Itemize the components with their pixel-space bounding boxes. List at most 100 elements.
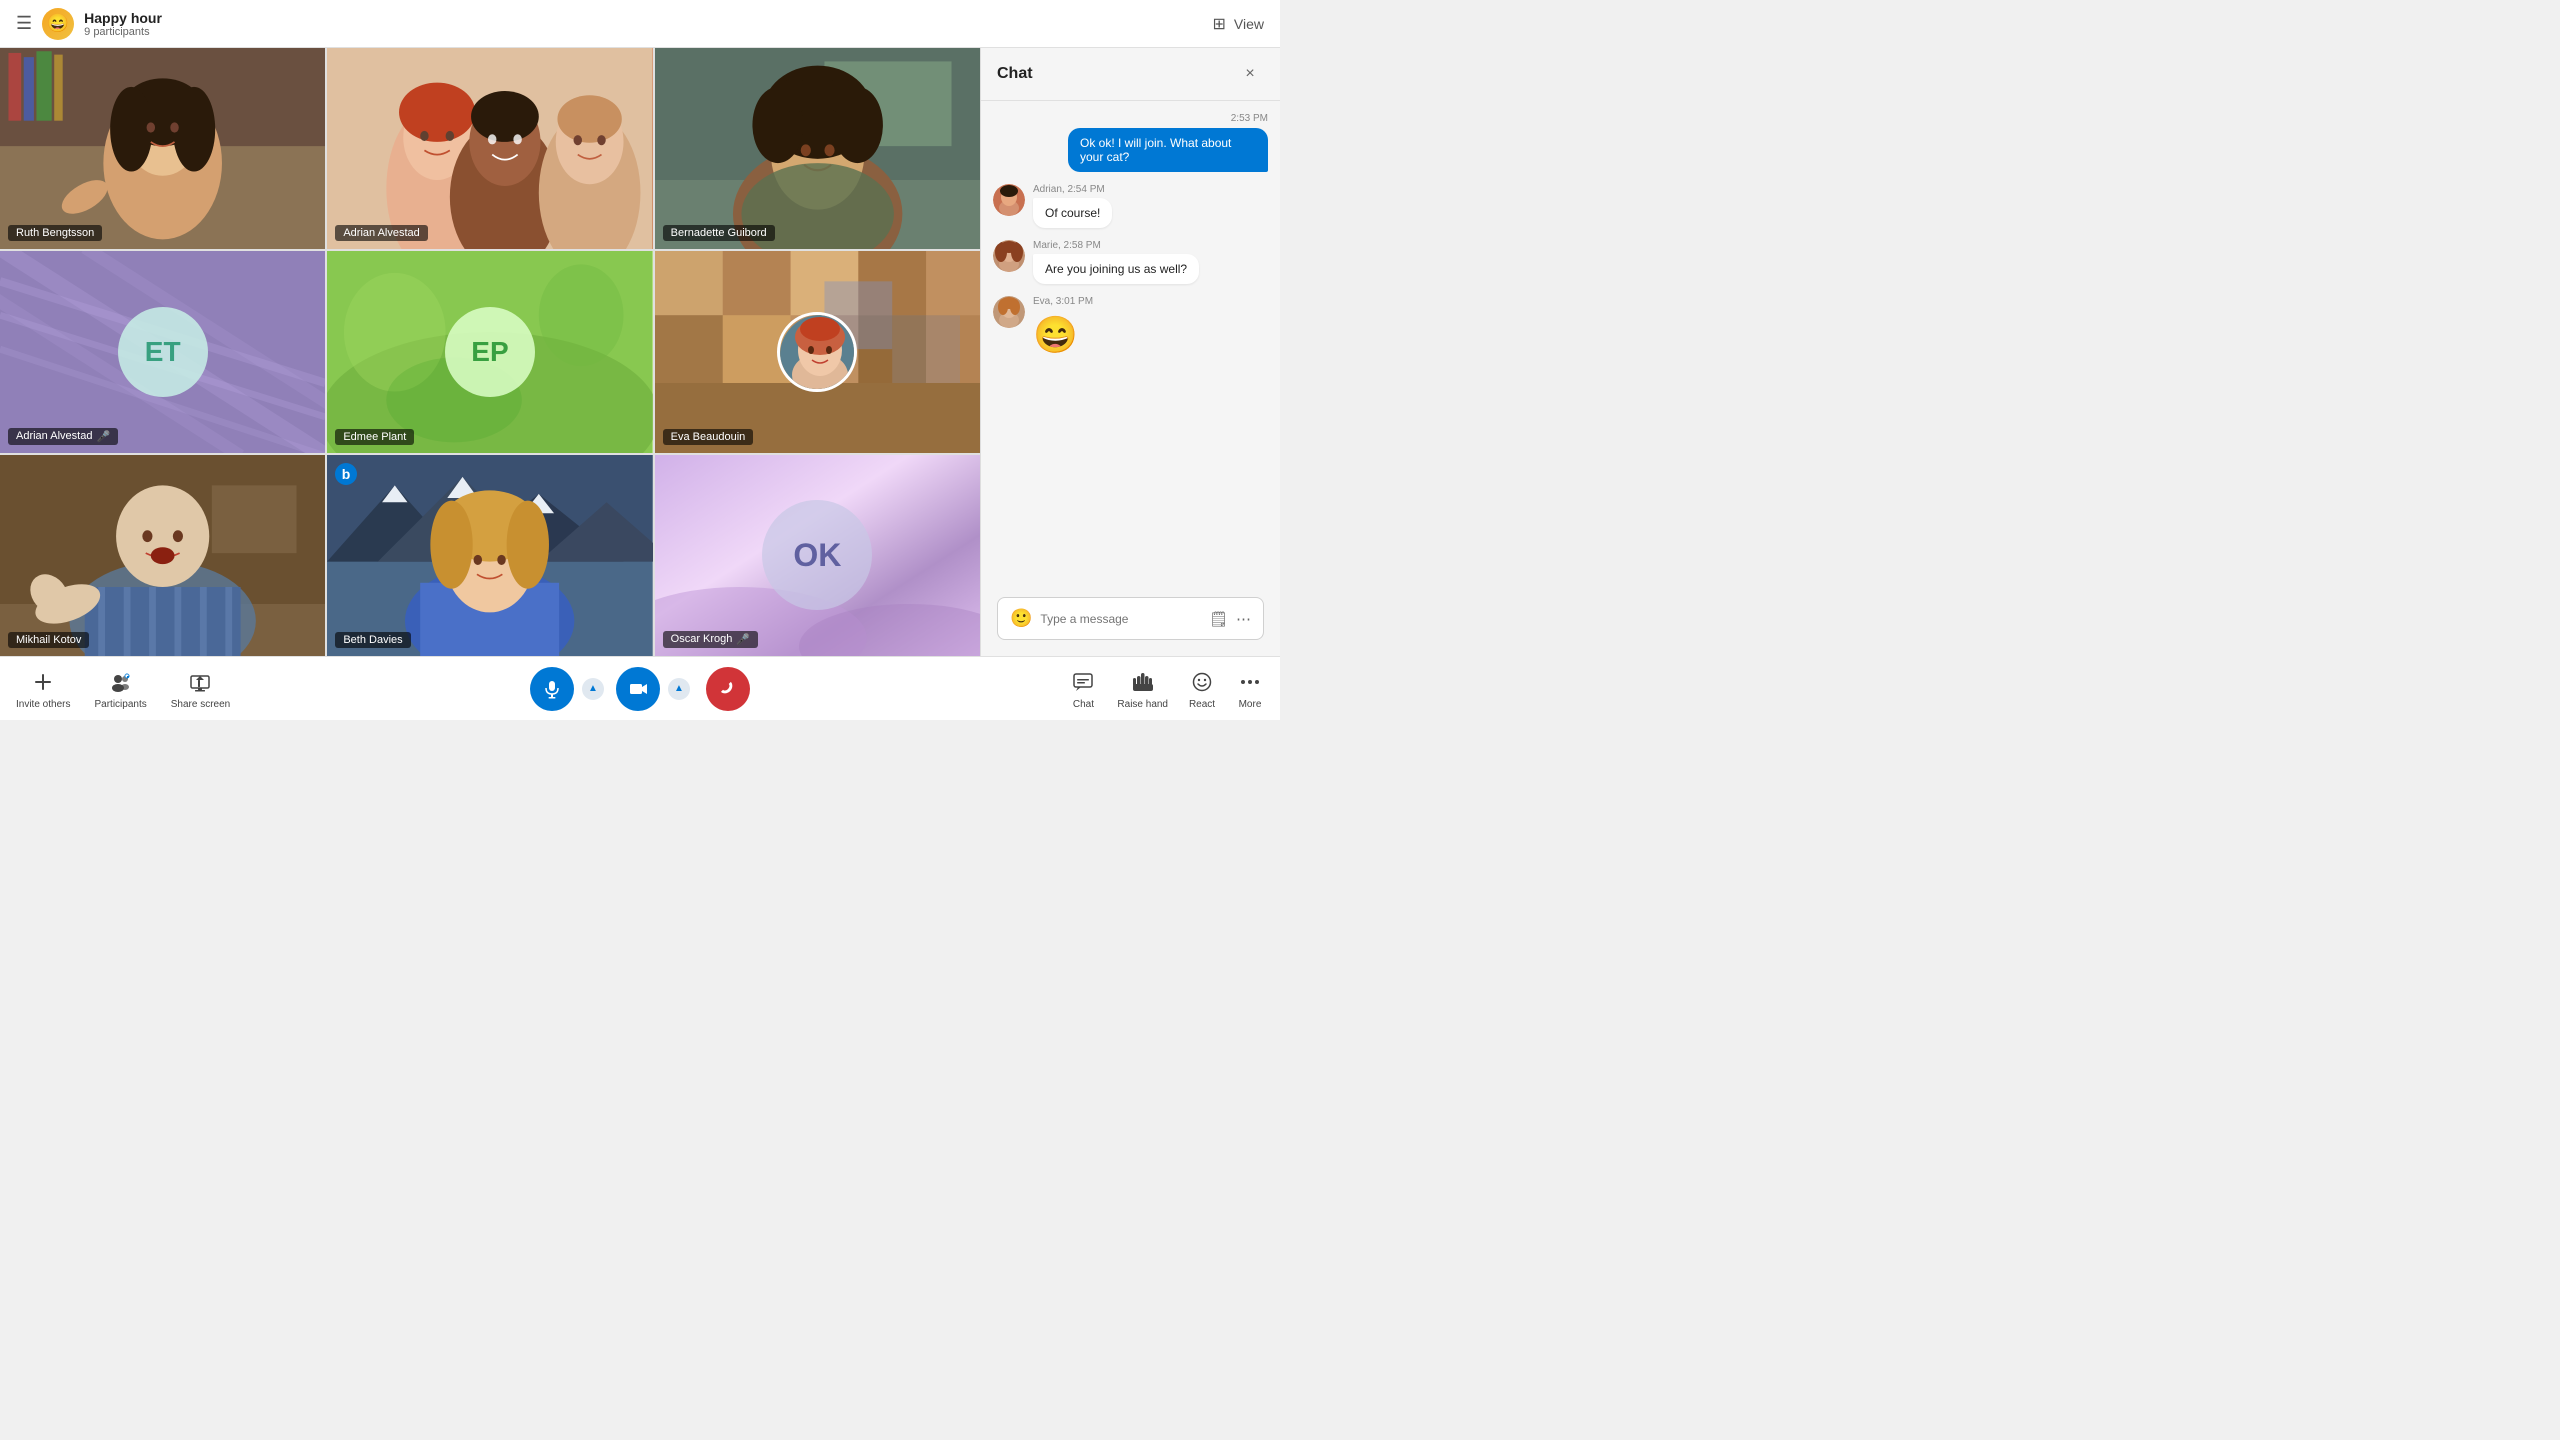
more-options-icon[interactable]: ⋯ [1236,610,1251,628]
end-call-button[interactable] [706,667,750,711]
name-text-mikhail: Mikhail Kotov [16,634,81,646]
chat-panel: Chat × 2:53 PM Ok ok! I will join. What … [980,48,1280,656]
name-text-oscar: Oscar Krogh [671,633,733,645]
main-content: Ruth Bengtsson [0,48,1280,656]
name-label-beth: Beth Davies [335,632,410,648]
name-text-et: Adrian Alvestad [16,430,92,442]
chat-input-container: 🙂 🗒 ⋯ [981,581,1280,656]
name-text-adrian-top: Adrian Alvestad [343,227,419,239]
raise-hand-label: Raise hand [1117,699,1168,710]
more-label: More [1239,699,1262,710]
participants-icon [107,668,135,696]
view-button[interactable]: ⊞ View [1213,14,1265,34]
meeting-info: Happy hour 9 participants [84,10,162,38]
name-label-mikhail: Mikhail Kotov [8,632,89,648]
message-sender-marie: Marie, 2:58 PM [1033,240,1199,251]
video-inner-ep: EP [327,251,652,452]
video-tile-et: ET Adrian Alvestad 🎤 [0,251,325,452]
video-inner-adrian [327,48,652,249]
name-text-ep: Edmee Plant [343,431,406,443]
mic-button[interactable] [530,667,574,711]
message-timestamp-own: 2:53 PM [1231,113,1268,124]
view-label: View [1234,16,1264,32]
avatar-eva-chat [993,296,1025,328]
video-tile-beth: b Beth Davies [327,455,652,656]
message-content-adrian: Adrian, 2:54 PM Of course! [1033,184,1112,228]
avatar-marie-chat [993,240,1025,272]
message-sender-eva: Eva, 3:01 PM [1033,296,1093,307]
video-tile-bernadette: Bernadette Guibord [655,48,980,249]
share-screen-button[interactable]: Share screen [171,668,230,710]
name-text-bernadette: Bernadette Guibord [671,227,767,239]
mic-chevron[interactable]: ▲ [582,678,604,700]
chat-button[interactable]: Chat [1069,668,1097,710]
toolbar-left: Invite others Participants [16,668,230,710]
chat-title: Chat [997,65,1033,83]
cam-chevron[interactable]: ▲ [668,678,690,700]
participants-label: Participants [94,699,146,710]
hamburger-icon[interactable]: ☰ [16,13,32,34]
message-emoji-eva: 😄 [1033,310,1093,360]
name-label-bernadette: Bernadette Guibord [663,225,775,241]
video-tile-ruth: Ruth Bengtsson [0,48,325,249]
react-label: React [1189,699,1215,710]
app-avatar: 😄 [42,8,74,40]
video-inner-beth: b [327,455,652,656]
video-tile-eva: Eva Beaudouin [655,251,980,452]
svg-text:b: b [342,466,351,482]
video-inner-oscar: OK [655,455,980,656]
invite-icon [29,668,57,696]
video-tile-ep: EP Edmee Plant [327,251,652,452]
toolbar-center: ▲ ▲ [530,667,750,711]
react-icon [1188,668,1216,696]
message-bubble-own: Ok ok! I will join. What about your cat? [1068,128,1268,172]
eva-avatar [777,312,857,392]
raise-hand-button[interactable]: Raise hand [1117,668,1168,710]
avatar-adrian-chat [993,184,1025,216]
chat-label: Chat [1073,699,1094,710]
chat-input-area[interactable]: 🙂 🗒 ⋯ [997,597,1264,640]
attachment-icon[interactable]: 🗒 [1209,610,1228,628]
avatar-circle-et: ET [118,307,208,397]
message-content-eva: Eva, 3:01 PM 😄 [1033,296,1093,360]
emoji-button[interactable]: 🙂 [1010,608,1032,629]
message-text-adrian: Of course! [1033,198,1112,228]
video-inner-bernadette [655,48,980,249]
message-row-eva: Eva, 3:01 PM 😄 [993,296,1268,360]
toolbar-right: Chat Raise hand [1069,668,1264,710]
video-inner-ruth [0,48,325,249]
header: ☰ 😄 Happy hour 9 participants ⊞ View [0,0,1280,48]
chat-input[interactable] [1040,612,1201,626]
raise-hand-icon [1129,668,1157,696]
meeting-title: Happy hour [84,10,162,26]
bing-icon: b [335,463,357,490]
video-inner-et: ET [0,251,325,452]
view-grid-icon: ⊞ [1213,14,1226,34]
name-text-beth: Beth Davies [343,634,402,646]
message-row-adrian: Adrian, 2:54 PM Of course! [993,184,1268,228]
avatar-circle-oscar: OK [762,500,872,610]
chat-messages[interactable]: 2:53 PM Ok ok! I will join. What about y… [981,101,1280,581]
bottom-toolbar: Invite others Participants [0,656,1280,720]
meeting-participants: 9 participants [84,26,162,38]
chat-close-button[interactable]: × [1236,60,1264,88]
name-text-ruth: Ruth Bengtsson [16,227,94,239]
invite-others-button[interactable]: Invite others [16,668,70,710]
video-tile-mikhail: Mikhail Kotov [0,455,325,656]
message-row-marie: Marie, 2:58 PM Are you joining us as wel… [993,240,1268,284]
video-inner-mikhail [0,455,325,656]
react-button[interactable]: React [1188,668,1216,710]
cam-button[interactable] [616,667,660,711]
invite-others-label: Invite others [16,699,70,710]
more-icon [1236,668,1264,696]
message-sender-adrian: Adrian, 2:54 PM [1033,184,1112,195]
name-label-et: Adrian Alvestad 🎤 [8,428,118,445]
header-left: ☰ 😄 Happy hour 9 participants [16,8,162,40]
chat-header: Chat × [981,48,1280,101]
share-screen-label: Share screen [171,699,230,710]
chat-icon [1069,668,1097,696]
more-button[interactable]: More [1236,668,1264,710]
name-text-eva: Eva Beaudouin [671,431,746,443]
message-text-marie: Are you joining us as well? [1033,254,1199,284]
participants-button[interactable]: Participants [94,668,146,710]
